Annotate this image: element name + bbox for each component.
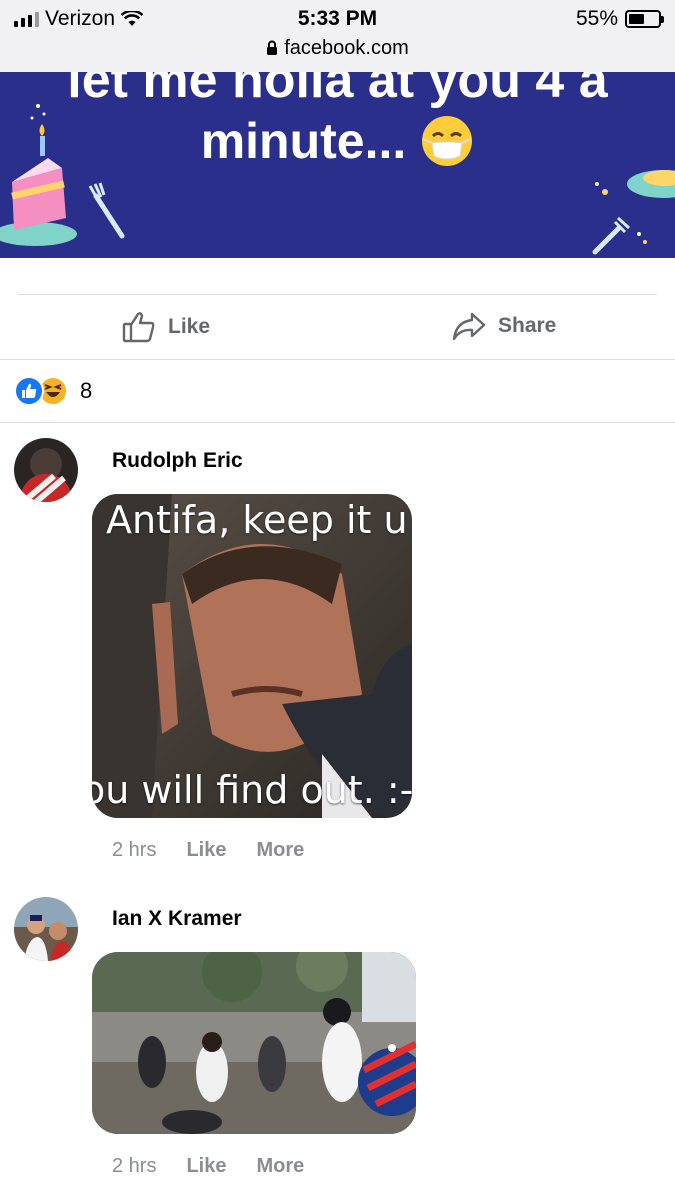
post-banner: let me holla at you 4 a minute... <box>0 72 675 258</box>
comment-like-link[interactable]: Like <box>186 839 226 862</box>
lock-icon <box>266 39 278 62</box>
banner-text: minute... <box>200 113 407 169</box>
url-text: facebook.com <box>284 37 409 59</box>
comment-image[interactable]: Antifa, keep it u ou will find out. :- <box>92 494 412 818</box>
crowd-photo <box>92 952 416 1134</box>
comment-more-link[interactable]: More <box>257 839 305 862</box>
reaction-summary[interactable]: 8 <box>14 376 92 406</box>
thumbs-up-icon <box>122 312 155 343</box>
comment-image[interactable] <box>92 952 416 1134</box>
divider <box>18 294 657 295</box>
battery-percent: 55% <box>575 7 618 30</box>
cake-decoration-icon <box>0 104 125 246</box>
avatar[interactable] <box>14 438 78 502</box>
divider <box>0 359 675 360</box>
comment-time[interactable]: 2 hrs <box>112 1155 156 1178</box>
share-button[interactable]: Share <box>452 310 556 342</box>
address-bar[interactable]: facebook.com <box>0 37 675 62</box>
like-label: Like <box>168 315 211 338</box>
clock: 5:33 PM <box>297 7 378 30</box>
meme-caption-top: Antifa, keep it u <box>106 498 408 542</box>
comment-time[interactable]: 2 hrs <box>112 839 156 862</box>
comment-like-link[interactable]: Like <box>186 1155 226 1178</box>
comment-author[interactable]: Rudolph Eric <box>112 449 243 473</box>
reaction-count: 8 <box>80 378 93 403</box>
status-bar: Verizon 5:33 PM facebook.com 55% <box>0 0 675 73</box>
battery-indicator: 55% <box>575 7 664 31</box>
battery-fill <box>629 14 645 24</box>
comment-more-link[interactable]: More <box>257 1155 305 1178</box>
post-action-bar: Like Share <box>0 296 675 358</box>
plate-decoration-icon <box>592 170 675 255</box>
comment-meta: 2 hrs Like More <box>112 839 304 862</box>
share-arrow-icon <box>452 312 486 341</box>
share-label: Share <box>498 314 557 337</box>
meme-caption-bottom: ou will find out. :- <box>92 768 412 812</box>
comment-author[interactable]: Ian X Kramer <box>112 907 242 931</box>
like-reaction-icon <box>14 376 44 406</box>
avatar[interactable] <box>14 897 78 961</box>
divider <box>0 422 675 423</box>
battery-icon <box>625 10 664 28</box>
mask-emoji-icon <box>422 116 473 166</box>
comment-meta: 2 hrs Like More <box>112 1155 304 1178</box>
like-button[interactable]: Like <box>122 310 210 344</box>
